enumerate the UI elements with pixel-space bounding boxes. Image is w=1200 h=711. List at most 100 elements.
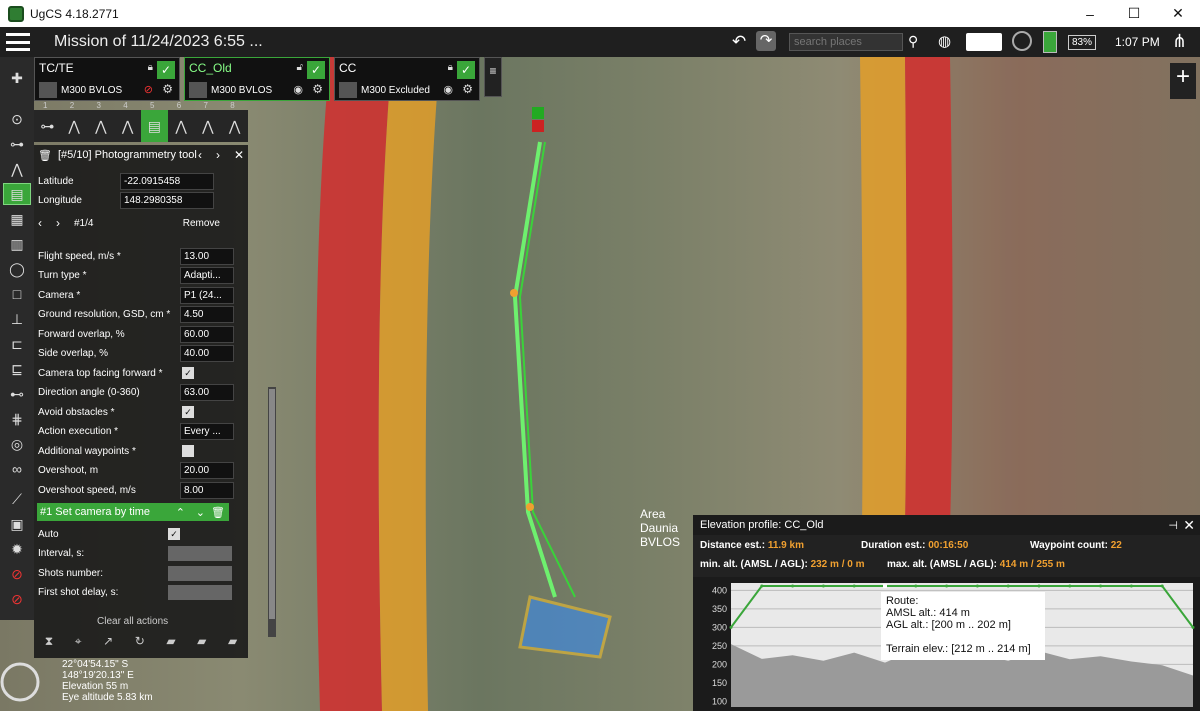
hourglass-icon[interactable]: ⧗ [45,634,53,649]
search-icon[interactable]: ⚲ [908,33,918,50]
param-field[interactable]: 13.00 [180,247,234,265]
corridor-icon[interactable]: ▥ [3,233,31,255]
segment-line-icon[interactable]: 6 ⋀ [168,101,195,142]
param-field[interactable]: Every ... [180,423,234,440]
move-down-icon[interactable]: ⌄ [196,506,205,519]
settings-icon[interactable]: ⚙ [162,82,173,96]
maximize-button[interactable]: ☐ [1112,0,1156,27]
keyboard-icon[interactable] [966,33,1002,51]
settings-icon[interactable]: ⚙ [462,82,473,96]
action-field[interactable] [168,585,232,600]
check-icon[interactable]: ✓ [307,61,325,79]
param-checkbox[interactable] [182,445,194,457]
segment-photogrammetry-icon[interactable]: 5 ▤ [141,101,168,142]
nofly-area-icon[interactable]: ⊘ [3,588,31,610]
polyline-icon[interactable]: ⋀ [3,158,31,180]
param-field[interactable]: P1 (24... [180,286,234,304]
area-scan-icon[interactable]: ▦ [3,208,31,230]
camera-time-icon[interactable]: ▰ [166,634,175,648]
waypoint-icon[interactable]: ⊙ [3,108,31,130]
image-icon[interactable]: ▣ [3,513,31,535]
stair-icon[interactable]: ⊑ [3,358,31,380]
vertical-scan-icon[interactable]: ⊥ [3,308,31,330]
action-field[interactable] [168,546,232,561]
action-field[interactable] [168,565,232,581]
add-route-icon[interactable]: ✚ [3,60,31,96]
add-layer-button[interactable]: + [1170,63,1196,99]
next-vertex-icon[interactable]: › [56,216,74,230]
delete-action-icon[interactable]: 🗑︎ [211,506,225,519]
circle-icon[interactable]: ◯ [3,258,31,280]
lock-icon[interactable]: 🔓︎ [297,62,303,73]
param-field[interactable]: 63.00 [180,384,234,401]
param-field[interactable]: 20.00 [180,462,234,479]
segment-takeoff-icon[interactable]: 1 ⊶ [34,101,61,142]
network-icon[interactable]: ⋔ [1172,31,1187,52]
orbit-icon[interactable]: ∞ [3,458,31,480]
globe-icon[interactable]: ◍ [938,32,951,50]
segment-line-icon[interactable]: 8 ⋀ [221,101,248,142]
ruler-icon[interactable]: ⟋ [3,488,31,510]
lock-icon[interactable]: 🔒︎ [148,62,153,73]
facade-icon[interactable]: ⊏ [3,333,31,355]
next-icon[interactable]: › [216,148,220,162]
square-icon[interactable]: □ [3,283,31,305]
grid-icon[interactable]: ⋕ [3,408,31,430]
prev-vertex-icon[interactable]: ‹ [38,216,56,230]
eye-icon[interactable]: ◉ [443,83,453,96]
close-elevation-icon[interactable]: ✕ [1183,517,1195,534]
poi-icon[interactable]: ⌖ [75,634,82,649]
segment-line-icon[interactable]: 4 ⋀ [114,101,141,142]
vehicle-menu-icon[interactable]: ≡ [484,57,502,97]
param-checkbox[interactable]: ✓ [182,406,194,418]
segment-line-icon[interactable]: 7 ⋀ [195,101,222,142]
clear-actions-button[interactable]: Clear all actions [97,616,168,627]
pin-icon[interactable]: ⊣ [1168,519,1178,532]
delete-icon[interactable]: 🗑︎ [38,149,52,162]
camera-distance-icon[interactable]: ▰ [197,634,206,648]
spiral-icon[interactable]: ◎ [3,433,31,455]
vehicle-card[interactable]: CC_Old 🔓︎ ✓ M300 BVLOS ◉ ⚙ [184,57,330,101]
segment-line-icon[interactable]: 2 ⋀ [61,101,88,142]
action-field[interactable]: ✓ [168,528,180,540]
hidden-eye-icon[interactable]: ⊘ [144,83,153,96]
redo-icon[interactable]: ↷ [756,31,776,51]
settings-icon[interactable]: ⚙ [312,82,323,96]
param-field[interactable]: 4.50 [180,306,234,323]
photogrammetry-icon[interactable]: ▤ [3,183,31,205]
gimbal-icon[interactable]: ↗ [103,634,113,648]
adsb-icon[interactable] [1012,31,1032,51]
sun-icon[interactable]: ✹ [3,538,31,560]
remove-button[interactable]: Remove [183,218,220,229]
move-up-icon[interactable]: ⌃ [176,506,185,519]
param-field[interactable]: 40.00 [180,345,234,362]
param-checkbox[interactable]: ✓ [182,367,194,379]
close-panel-icon[interactable]: ✕ [234,148,244,162]
drone-icon[interactable]: ⊷ [3,383,31,405]
action-header[interactable]: #1 Set camera by time ⌃ ⌄ 🗑︎ [37,503,229,521]
takeoff-icon[interactable]: ⊶ [3,133,31,155]
param-field[interactable]: 8.00 [180,481,234,499]
check-icon[interactable]: ✓ [157,61,175,79]
segment-line-icon[interactable]: 3 ⋀ [88,101,115,142]
param-field[interactable]: 60.00 [180,325,234,343]
camera-mode-icon[interactable]: ▰ [228,634,237,648]
eye-icon[interactable]: ◉ [293,83,303,96]
close-button[interactable]: ✕ [1156,0,1200,27]
check-icon[interactable]: ✓ [457,61,475,79]
undo-icon[interactable]: ↶ [732,32,746,52]
panel-scrollbar[interactable] [268,387,276,637]
minimize-button[interactable]: – [1068,0,1112,27]
search-input[interactable] [789,33,903,51]
yaw-icon[interactable]: ↻ [135,634,145,648]
lock-icon[interactable]: 🔒︎ [448,62,453,73]
prev-icon[interactable]: ‹ [198,148,202,162]
longitude-field[interactable]: 148.2980358 [120,191,214,209]
param-field[interactable]: Adapti... [180,267,234,284]
menu-icon[interactable] [6,33,30,51]
vehicle-card[interactable]: CC 🔒︎ ✓ M300 Excluded ◉ ⚙ [334,57,480,101]
param-label: Flight speed, m/s * [38,250,121,262]
nofly-icon[interactable]: ⊘ [3,563,31,585]
vehicle-card[interactable]: TC/TE 🔒︎ ✓ M300 BVLOS ⊘ ⚙ [34,57,180,101]
latitude-field[interactable]: -22.0915458 [120,172,214,190]
